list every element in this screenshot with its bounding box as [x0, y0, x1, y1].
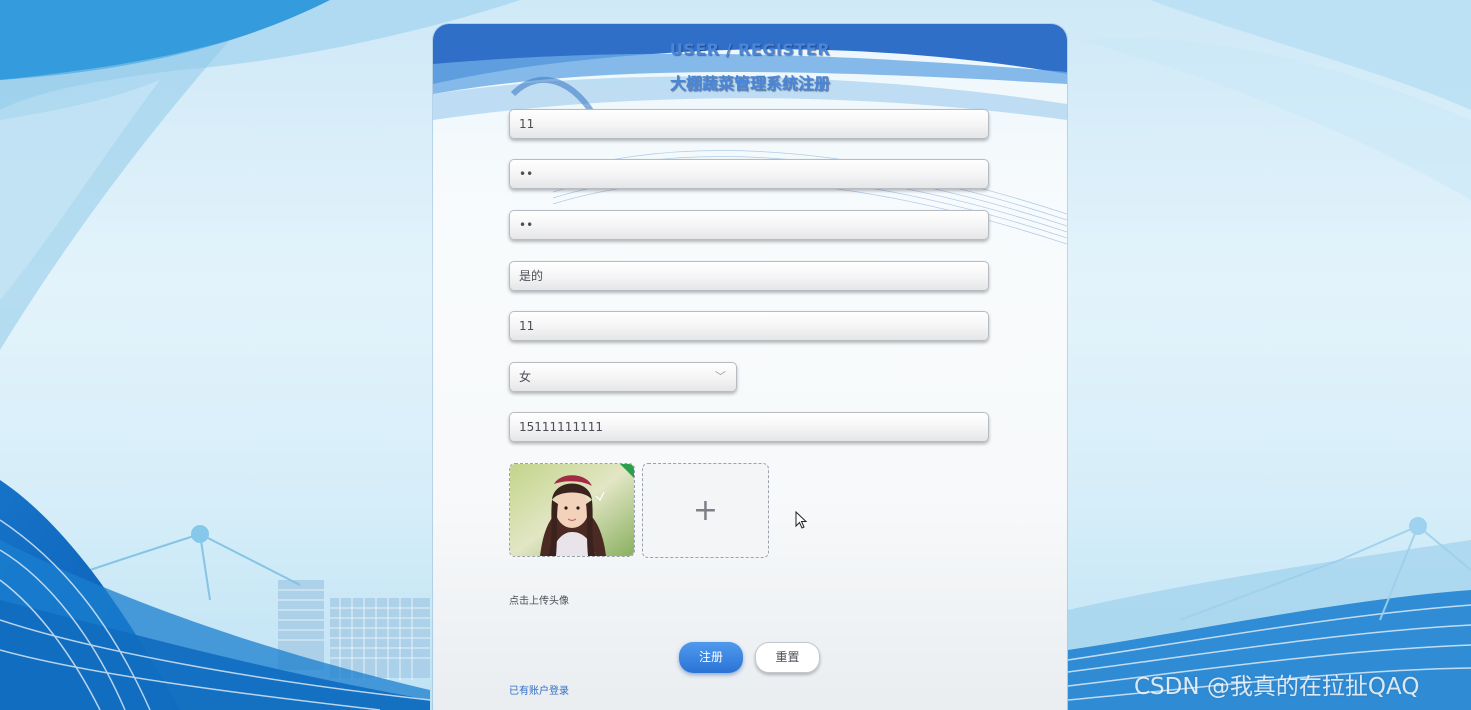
register-button[interactable]: 注册 — [679, 642, 743, 673]
name-input[interactable]: 是的 — [509, 261, 989, 291]
avatar-upload-button[interactable]: + — [642, 463, 769, 558]
confirm-password-input[interactable]: •• — [509, 210, 989, 240]
plus-icon: + — [692, 493, 719, 528]
watermark: CSDN @我真的在拉扯QAQ — [1134, 674, 1420, 700]
gender-select[interactable]: 女 ﹀ — [509, 362, 737, 392]
avatar-preview[interactable] — [509, 463, 635, 557]
login-link[interactable]: 已有账户登录 — [509, 682, 569, 697]
avatar-image — [510, 464, 634, 556]
card-header-art — [433, 24, 1067, 245]
password-input[interactable]: •• — [509, 159, 989, 189]
upload-hint: 点击上传头像 — [509, 596, 569, 607]
age-input[interactable]: 11 — [509, 311, 989, 341]
gender-select-value: 女 — [519, 370, 532, 384]
title-chinese: 大棚蔬菜管理系统注册 — [669, 74, 830, 93]
phone-input[interactable]: 15111111111 — [509, 412, 989, 442]
title-english: USER / REGISTER — [669, 40, 831, 59]
mouse-cursor-icon — [795, 511, 808, 529]
reset-button[interactable]: 重置 — [755, 642, 820, 673]
register-card: USER / REGISTER 大棚蔬菜管理系统注册 11 •• •• 是的 1… — [433, 24, 1067, 710]
page-background: USER / REGISTER 大棚蔬菜管理系统注册 11 •• •• 是的 1… — [0, 0, 1471, 710]
chevron-down-icon: ﹀ — [715, 370, 726, 383]
account-input[interactable]: 11 — [509, 109, 989, 139]
